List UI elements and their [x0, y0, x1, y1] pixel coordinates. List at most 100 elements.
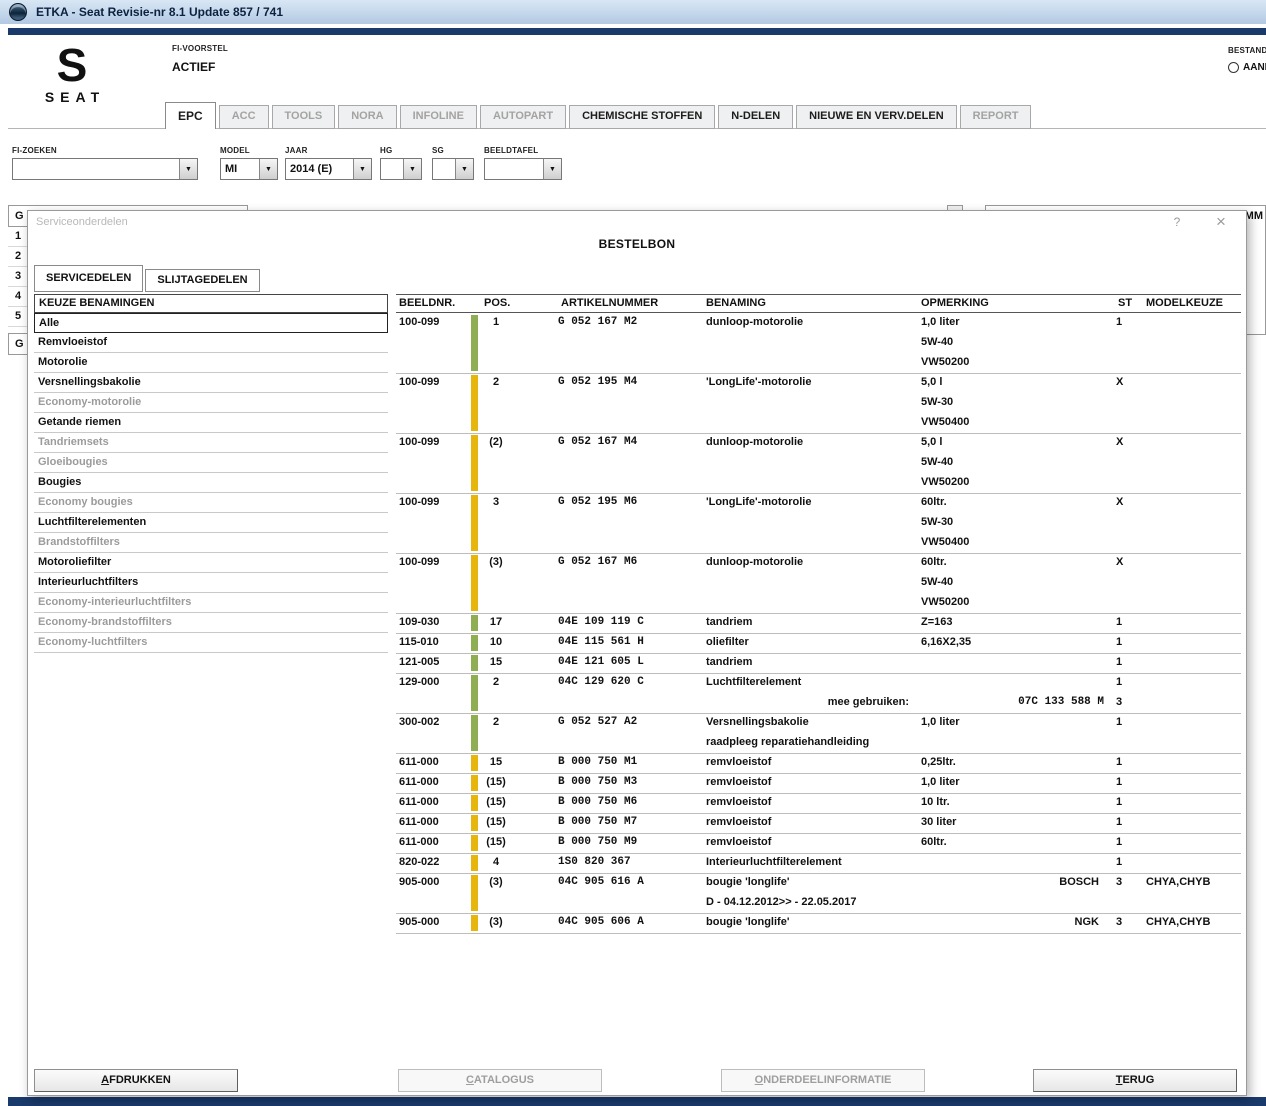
- cell-st: 1: [1116, 796, 1122, 808]
- category-item-alle[interactable]: Alle: [34, 313, 388, 333]
- table-row[interactable]: 129-000204C 129 620 CLuchtfilterelement1: [396, 673, 1241, 693]
- table-row[interactable]: 611-000(15)B 000 750 M7remvloeistof30 li…: [396, 813, 1241, 833]
- category-item-brandstoffilters[interactable]: Brandstoffilters: [34, 533, 388, 553]
- tab-chemische-stoffen[interactable]: CHEMISCHE STOFFEN: [569, 105, 715, 129]
- dropdown-button[interactable]: ▼: [403, 159, 421, 179]
- table-row[interactable]: 905-000(3)04C 905 606 Abougie 'longlife'…: [396, 913, 1241, 933]
- tab-tools[interactable]: TOOLS: [272, 105, 336, 129]
- table-row[interactable]: 611-00015B 000 750 M1remvloeistof0,25ltr…: [396, 753, 1241, 773]
- filter-combo-fi-zoeken[interactable]: ▼: [12, 158, 198, 180]
- cell-opmerking_right: NGK: [1075, 916, 1099, 928]
- dropdown-button[interactable]: ▼: [353, 159, 371, 179]
- table-row[interactable]: raadpleeg reparatiehandleiding: [396, 733, 1241, 753]
- filter-combo-hg[interactable]: ▼: [380, 158, 422, 180]
- table-row[interactable]: 300-0022G 052 527 A2Versnellingsbakolie1…: [396, 713, 1241, 733]
- afdrukken-button[interactable]: AFDRUKKEN: [34, 1069, 238, 1092]
- tab-n-delen[interactable]: N-DELEN: [718, 105, 793, 129]
- category-item-gloeibougies[interactable]: Gloeibougies: [34, 453, 388, 473]
- dropdown-button[interactable]: ▼: [455, 159, 473, 179]
- filter-combo-jaar[interactable]: 2014 (E)▼: [285, 158, 372, 180]
- tab-nieuwe-en-verv-delen[interactable]: NIEUWE EN VERV.DELEN: [796, 105, 956, 129]
- cell-opmerking: VW50400: [921, 416, 969, 428]
- table-row-group: 905-000(3)04C 905 616 Abougie 'longlife'…: [396, 873, 1241, 913]
- table-row[interactable]: 109-0301704E 109 119 CtandriemZ=1631: [396, 613, 1241, 633]
- tab-report[interactable]: REPORT: [960, 105, 1032, 129]
- category-item-economy-brandstoffilters[interactable]: Economy-brandstoffilters: [34, 613, 388, 633]
- table-row[interactable]: 100-0993G 052 195 M6'LongLife'-motorolie…: [396, 493, 1241, 513]
- tab-acc[interactable]: ACC: [219, 105, 269, 129]
- table-row[interactable]: 100-0991G 052 167 M2dunloop-motorolie1,0…: [396, 313, 1241, 333]
- table-row[interactable]: VW50200: [396, 593, 1241, 613]
- bestand-option-label: AANMAKEN: [1243, 62, 1266, 73]
- category-item-economy-luchtfilters[interactable]: Economy-luchtfilters: [34, 633, 388, 653]
- tab-infoline[interactable]: INFOLINE: [400, 105, 477, 129]
- table-row[interactable]: VW50200: [396, 353, 1241, 373]
- cell-artikel: B 000 750 M1: [558, 756, 637, 768]
- table-row[interactable]: mee gebruiken:07C 133 588 M3: [396, 693, 1241, 713]
- filter-combo-sg[interactable]: ▼: [432, 158, 474, 180]
- table-row[interactable]: 5W-30: [396, 513, 1241, 533]
- cell-modelkeuze: CHYA,CHYB: [1146, 916, 1210, 928]
- table-row[interactable]: VW50400: [396, 413, 1241, 433]
- table-row[interactable]: D - 04.12.2012>> - 22.05.2017: [396, 893, 1241, 913]
- table-row[interactable]: 100-099(3)G 052 167 M6dunloop-motorolie6…: [396, 553, 1241, 573]
- dropdown-button[interactable]: ▼: [259, 159, 277, 179]
- table-row[interactable]: 611-000(15)B 000 750 M6remvloeistof10 lt…: [396, 793, 1241, 813]
- cell-beeldnr: 611-000: [399, 816, 439, 828]
- table-row[interactable]: 100-0992G 052 195 M4'LongLife'-motorolie…: [396, 373, 1241, 393]
- category-item-interieurluchtfilters[interactable]: Interieurluchtfilters: [34, 573, 388, 593]
- table-row[interactable]: VW50200: [396, 473, 1241, 493]
- cell-benaming: Luchtfilterelement: [706, 676, 801, 688]
- tab-autopart[interactable]: AUTOPART: [480, 105, 566, 129]
- dropdown-button[interactable]: ▼: [179, 159, 197, 179]
- table-row[interactable]: 121-0051504E 121 605 Ltandriem1: [396, 653, 1241, 673]
- help-button[interactable]: ?: [1170, 215, 1184, 229]
- window-title: ETKA - Seat Revisie-nr 8.1 Update 857 / …: [36, 5, 283, 19]
- category-item-economy-motorolie[interactable]: Economy-motorolie: [34, 393, 388, 413]
- dialog-tab-slijtagedelen[interactable]: SLIJTAGEDELEN: [145, 269, 259, 292]
- category-item-motoroliefilter[interactable]: Motoroliefilter: [34, 553, 388, 573]
- table-row[interactable]: 5W-40: [396, 333, 1241, 353]
- bestand-option[interactable]: AANMAKEN: [1228, 62, 1266, 73]
- category-item-motorolie[interactable]: Motorolie: [34, 353, 388, 373]
- cell-pos: 1: [476, 316, 516, 328]
- filter-combo-model[interactable]: MI▼: [220, 158, 278, 180]
- chevron-down-icon: ▼: [359, 166, 366, 173]
- dialog-titlebar[interactable]: Serviceonderdelen ? ×: [28, 211, 1246, 233]
- category-item-economy-bougies[interactable]: Economy bougies: [34, 493, 388, 513]
- tab-nora[interactable]: NORA: [338, 105, 396, 129]
- tab-epc[interactable]: EPC: [165, 102, 216, 129]
- dropdown-button[interactable]: ▼: [543, 159, 561, 179]
- category-item-getande-riemen[interactable]: Getande riemen: [34, 413, 388, 433]
- category-item-luchtfilterelementen[interactable]: Luchtfilterelementen: [34, 513, 388, 533]
- table-row[interactable]: 820-02241S0 820 367Interieurluchtfiltere…: [396, 853, 1241, 873]
- table-row[interactable]: 5W-40: [396, 453, 1241, 473]
- category-item-economy-interieurluchtfilters[interactable]: Economy-interieurluchtfilters: [34, 593, 388, 613]
- onderdeelinformatie-button[interactable]: ONDERDEELINFORMATIE: [721, 1069, 925, 1092]
- cell-artikel: 04E 115 561 H: [558, 636, 644, 648]
- table-row[interactable]: 115-0101004E 115 561 Holiefilter6,16X2,3…: [396, 633, 1241, 653]
- table-row[interactable]: 100-099(2)G 052 167 M4dunloop-motorolie5…: [396, 433, 1241, 453]
- filter-combo-beeldtafel[interactable]: ▼: [484, 158, 562, 180]
- table-row[interactable]: VW50400: [396, 533, 1241, 553]
- cell-st: 1: [1116, 636, 1122, 648]
- table-header: BEELDNR.POS.ARTIKELNUMMERBENAMINGOPMERKI…: [396, 294, 1241, 313]
- table-row[interactable]: 611-000(15)B 000 750 M9remvloeistof60ltr…: [396, 833, 1241, 853]
- table-row[interactable]: 5W-30: [396, 393, 1241, 413]
- category-item-tandriemsets[interactable]: Tandriemsets: [34, 433, 388, 453]
- category-item-remvloeistof[interactable]: Remvloeistof: [34, 333, 388, 353]
- dialog-tab-servicedelen[interactable]: SERVICEDELEN: [34, 265, 143, 292]
- table-row[interactable]: 611-000(15)B 000 750 M3remvloeistof1,0 l…: [396, 773, 1241, 793]
- category-item-versnellingsbakolie[interactable]: Versnellingsbakolie: [34, 373, 388, 393]
- close-icon[interactable]: ×: [1212, 212, 1230, 232]
- catalogus-button[interactable]: CATALOGUS: [398, 1069, 602, 1092]
- category-item-bougies[interactable]: Bougies: [34, 473, 388, 493]
- cell-beeldnr: 109-030: [399, 616, 439, 628]
- column-header-pos: POS.: [484, 297, 510, 309]
- table-row[interactable]: 905-000(3)04C 905 616 Abougie 'longlife'…: [396, 873, 1241, 893]
- cell-st: 1: [1116, 816, 1122, 828]
- window-titlebar[interactable]: ETKA - Seat Revisie-nr 8.1 Update 857 / …: [0, 0, 1266, 24]
- cell-beeldnr: 611-000: [399, 796, 439, 808]
- terug-button[interactable]: TERUG: [1033, 1069, 1237, 1092]
- table-row[interactable]: 5W-40: [396, 573, 1241, 593]
